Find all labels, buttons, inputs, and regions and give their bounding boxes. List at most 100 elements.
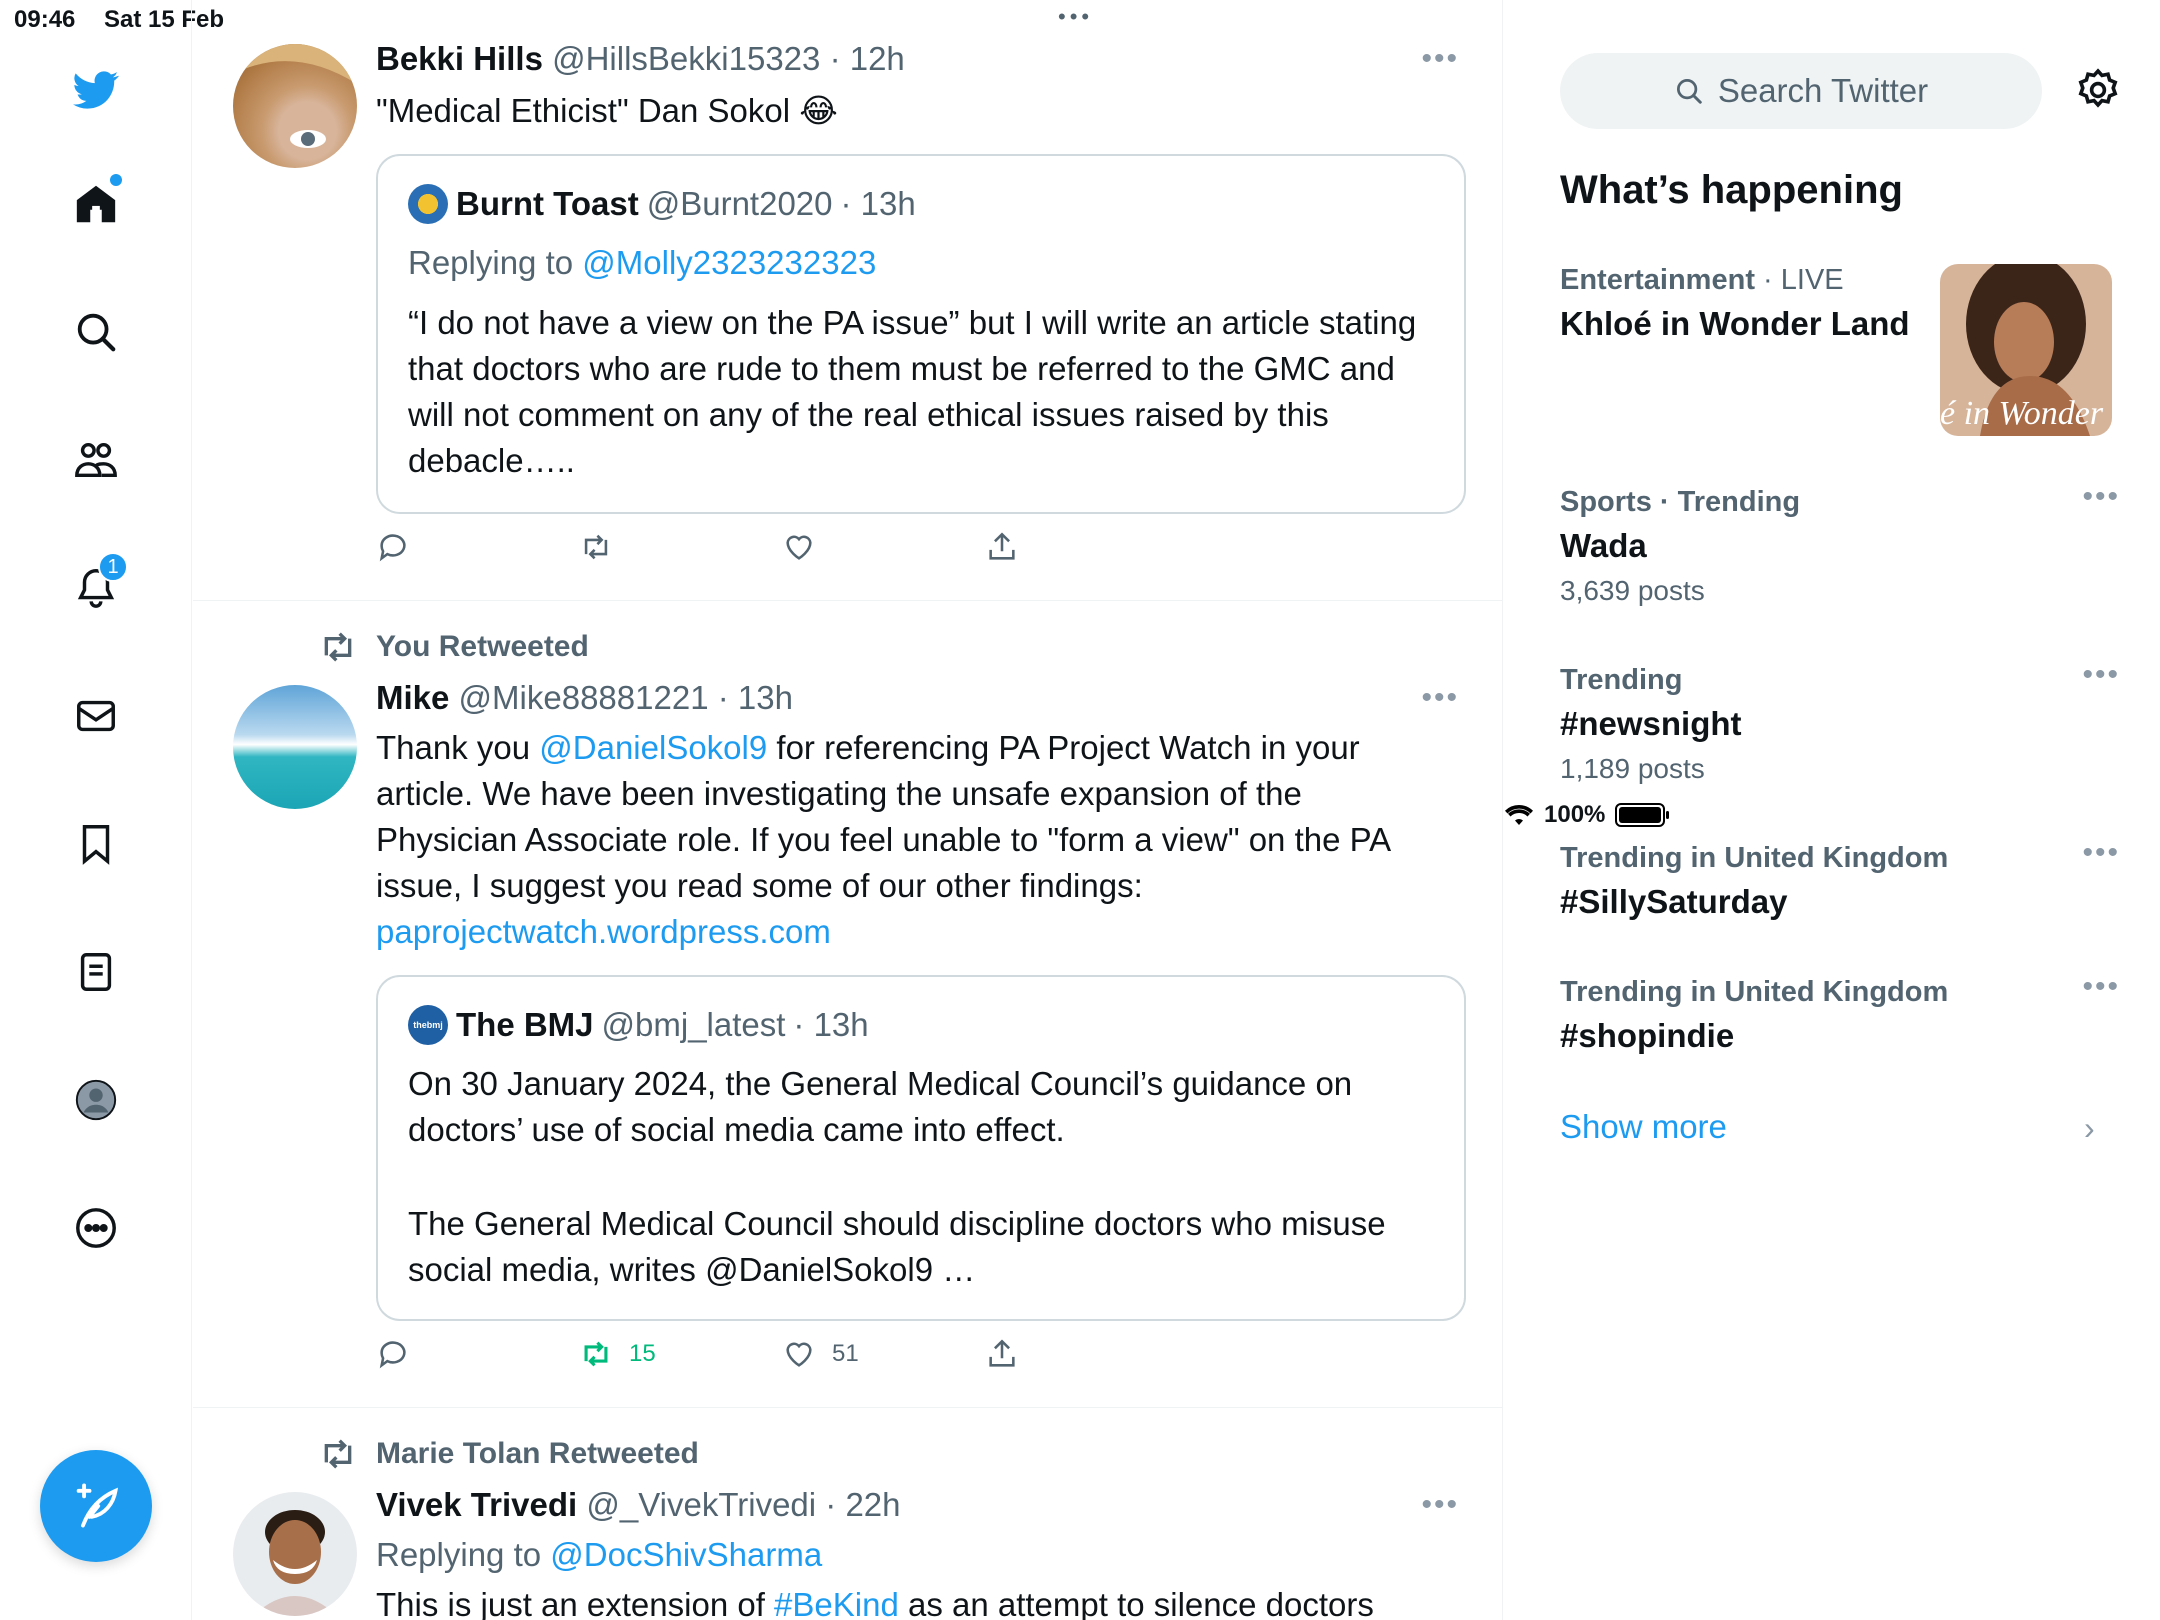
trend-item[interactable]: Trending in United Kingdom #shopindie ••… [1560,970,2120,1055]
reply-button[interactable] [376,530,579,564]
live-label: · LIVE [1754,264,1844,296]
retweet-icon [584,1341,608,1367]
trend-item[interactable]: Sports · Trending Wada 3,639 posts ••• [1560,480,2120,607]
heart-icon [786,535,812,560]
retweet-indicator: Marie Tolan Retweeted [318,1434,699,1474]
retweet-label[interactable]: Marie Tolan Retweeted [376,1437,699,1471]
search-icon [1676,79,1702,104]
timestamp: · 13h [793,1006,869,1043]
like-count: 51 [832,1340,859,1367]
url-link[interactable]: paprojectwatch.wordpress.com [376,913,831,950]
handle[interactable]: @HillsBekki15323 [552,40,820,77]
more-options-icon[interactable]: ••• [1421,1488,1459,1522]
trend-title: #SillySaturday [1560,883,1788,920]
trend-count: 1,189 posts [1560,753,1705,784]
like-button[interactable] [782,530,985,564]
sidebar-nav: 1 [0,0,192,1620]
home-icon [76,185,116,223]
display-name[interactable]: Mike [376,679,449,716]
mention-link[interactable]: @Molly2323232323 [582,244,876,281]
nav-home[interactable] [66,174,126,234]
tweet-actions: 15 51 [376,1337,1188,1371]
nav-profile[interactable] [66,1070,126,1130]
tweet-actions [376,530,1188,564]
display-name[interactable]: Bekki Hills [376,40,543,77]
more-options-icon[interactable]: ••• [1421,42,1459,76]
search-input[interactable]: Search Twitter [1560,53,2042,129]
more-circle-icon [76,1208,116,1248]
nav-communities[interactable] [66,430,126,490]
reply-button[interactable] [376,1337,579,1371]
nav-messages[interactable] [66,686,126,746]
show-more-link[interactable]: Show more [1560,1108,1727,1146]
timestamp[interactable]: · 13h [718,679,793,716]
like-button[interactable]: 51 [782,1337,985,1371]
more-options-icon[interactable]: ••• [2082,836,2120,870]
share-icon [989,532,1015,560]
avatar [408,184,448,224]
handle: @bmj_latest [601,1006,786,1043]
display-name[interactable]: Vivek Trivedi [376,1486,577,1523]
lists-icon [80,953,112,991]
quoted-tweet[interactable]: thebmj The BMJ @bmj_latest · 13h On 30 J… [376,975,1466,1321]
compose-tweet-button[interactable] [40,1450,152,1562]
tweet-text: This is just an extension of #BeKind as … [376,1582,1446,1620]
right-sidebar: Search Twitter What’s happening Entertai… [1504,0,2160,1620]
trend-category: Trending in United Kingdom [1560,976,1949,1008]
trend-count: 3,639 posts [1560,575,1705,606]
share-icon [989,1339,1015,1367]
communities-icon [75,442,117,478]
trend-title: #shopindie [1560,1017,1735,1054]
handle[interactable]: @Mike88881221 [459,679,709,716]
nav-more[interactable] [66,1198,126,1258]
section-heading: What’s happening [1560,168,1903,212]
quoted-tweet[interactable]: Burnt Toast @Burnt2020 · 13h Replying to… [376,154,1466,514]
tweet[interactable]: Bekki Hills @HillsBekki15323 · 12h ••• "… [193,0,1502,601]
handle[interactable]: @_VivekTrivedi [586,1486,816,1523]
tweet[interactable]: Marie Tolan Retweeted Vivek Trivedi @_Vi… [193,1408,1502,1620]
nav-bookmarks[interactable] [66,814,126,874]
heart-icon [786,1342,812,1367]
timeline: Bekki Hills @HillsBekki15323 · 12h ••• "… [193,0,1503,1620]
more-options-icon[interactable]: ••• [2082,658,2120,692]
handle: @Burnt2020 [646,185,833,222]
timestamp[interactable]: · 12h [830,40,905,77]
retweet-button[interactable] [579,530,782,564]
avatar[interactable] [233,1492,357,1616]
more-options-icon[interactable]: ••• [2082,480,2120,514]
avatar[interactable] [233,685,357,809]
retweet-button[interactable]: 15 [579,1337,782,1371]
retweet-icon [324,632,352,662]
profile-icon [75,1079,117,1121]
timestamp[interactable]: · 22h [825,1486,900,1523]
search-icon [77,313,116,352]
trend-category: Trending [1560,664,1683,696]
gear-icon[interactable] [2074,66,2122,114]
more-options-icon[interactable]: ••• [2082,970,2120,1004]
nav-explore[interactable] [66,302,126,362]
trend-item[interactable]: Trending in United Kingdom #SillySaturda… [1560,836,2120,921]
hashtag-link[interactable]: #BeKind [774,1586,899,1620]
share-button[interactable] [985,1337,1188,1371]
feather-plus-icon [76,1483,119,1528]
retweet-label[interactable]: You Retweeted [376,630,589,664]
trend-item[interactable]: Trending #newsnight 1,189 posts ••• [1560,658,2120,785]
tweet[interactable]: You Retweeted Mike @Mike88881221 · 13h •… [193,601,1502,1408]
mention-link[interactable]: @DanielSokol9 [539,729,767,766]
more-options-icon[interactable]: ••• [1421,681,1459,715]
nav-notifications[interactable]: 1 [66,552,128,618]
tweet-text: Thank you @DanielSokol9 for referencing … [376,729,1390,950]
nav-lists[interactable] [66,942,126,1002]
chevron-right-icon: › [2084,1110,2095,1146]
unread-dot [110,174,122,186]
twitter-logo-icon[interactable] [66,60,126,120]
quoted-text: On 30 January 2024, the General Medical … [408,1065,1353,1148]
mail-icon [77,700,115,732]
retweet-icon [324,1439,352,1469]
avatar[interactable] [233,44,357,168]
trend-image[interactable]: é in Wonder L [1940,264,2112,436]
avatar: thebmj [408,1005,448,1045]
quoted-text: The General Medical Council should disci… [408,1205,1386,1288]
mention-link[interactable]: @DocShivSharma [550,1536,822,1573]
share-button[interactable] [985,530,1188,564]
